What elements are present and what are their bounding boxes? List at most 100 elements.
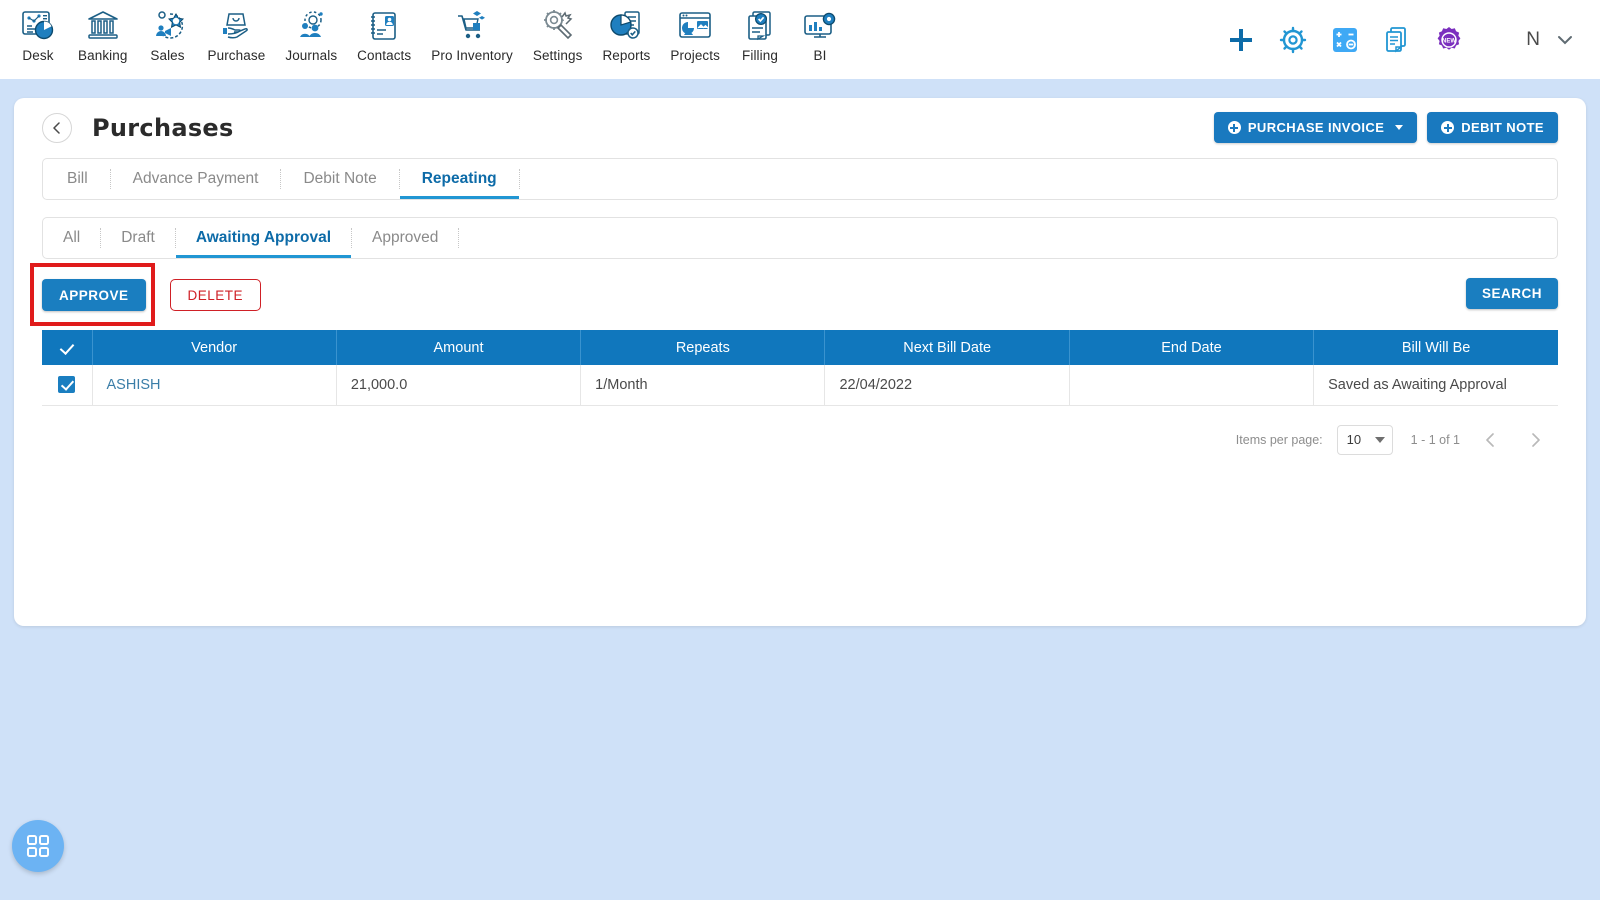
- nav-item-filling[interactable]: Filling: [730, 0, 790, 63]
- paginator: Items per page: 10 1 - 1 of 1: [14, 420, 1552, 460]
- gear-icon[interactable]: [1278, 25, 1308, 55]
- subtab-divider: [458, 228, 460, 248]
- purchase-invoice-button[interactable]: PURCHASE INVOICE: [1213, 112, 1418, 143]
- header-action-buttons: PURCHASE INVOICE DEBIT NOTE: [1213, 112, 1558, 143]
- nav-item-reports[interactable]: Reports: [592, 0, 660, 63]
- chevron-left-icon: [1486, 432, 1494, 447]
- notes-icon[interactable]: [1382, 25, 1412, 55]
- subtab-label: Draft: [121, 229, 155, 246]
- column-header-end-date[interactable]: End Date: [1069, 330, 1315, 365]
- settings-icon: [543, 10, 573, 40]
- tab-advance-payment[interactable]: Advance Payment: [111, 159, 281, 199]
- chevron-right-icon: [1532, 432, 1540, 447]
- bank-icon: [87, 11, 118, 39]
- nav-item-journals[interactable]: Journals: [275, 0, 347, 63]
- nav-item-purchase[interactable]: Purchase: [198, 0, 276, 63]
- tab-debit-note[interactable]: Debit Note: [281, 159, 398, 199]
- dashboard-icon: [22, 11, 54, 40]
- page-range-label: 1 - 1 of 1: [1410, 432, 1460, 447]
- cell-bill-will-be: Saved as Awaiting Approval: [1313, 365, 1558, 406]
- back-button[interactable]: [42, 113, 72, 143]
- select-all-header-cell[interactable]: [42, 330, 93, 365]
- nav-label: Settings: [532, 48, 583, 63]
- bi-icon: [804, 12, 836, 38]
- delete-button[interactable]: DELETE: [169, 279, 262, 311]
- new-badge-icon[interactable]: NEW: [1434, 25, 1464, 55]
- subtab-all[interactable]: All: [43, 218, 100, 258]
- nav-item-pro-inventory[interactable]: Pro Inventory: [421, 0, 523, 63]
- column-header-next-bill-date[interactable]: Next Bill Date: [824, 330, 1070, 365]
- tab-repeating[interactable]: Repeating: [399, 159, 519, 199]
- tab-label: Debit Note: [303, 170, 377, 187]
- nav-label: Banking: [78, 48, 128, 63]
- table-header: Vendor Amount Repeats Next Bill Date End…: [42, 330, 1558, 365]
- debit-note-button[interactable]: DEBIT NOTE: [1427, 112, 1558, 143]
- inventory-icon: [458, 11, 486, 39]
- nav-item-sales[interactable]: Sales: [138, 0, 198, 63]
- cell-end-date: [1069, 365, 1315, 406]
- page-title: Purchases: [92, 114, 234, 142]
- chevron-down-icon: [1395, 125, 1404, 130]
- nav-item-banking[interactable]: Banking: [68, 0, 138, 63]
- subtab-awaiting-approval[interactable]: Awaiting Approval: [175, 218, 352, 258]
- vendor-link[interactable]: ASHISH: [107, 377, 161, 393]
- column-header-amount[interactable]: Amount: [336, 330, 582, 365]
- purchases-card: Purchases PURCHASE INVOICE DEBIT NOTE Bi…: [14, 98, 1586, 626]
- nav-label: Journals: [285, 48, 338, 63]
- nav-item-desk[interactable]: Desk: [8, 0, 68, 63]
- column-header-vendor[interactable]: Vendor: [92, 330, 337, 365]
- search-button[interactable]: SEARCH: [1465, 278, 1558, 309]
- nav-items: Desk Banking Sales Purchase Journals Con…: [0, 0, 850, 63]
- top-navigation-bar: Desk Banking Sales Purchase Journals Con…: [0, 0, 1600, 79]
- nav-label: Reports: [602, 48, 651, 63]
- nav-item-bi[interactable]: BI: [790, 0, 850, 63]
- card-header: Purchases PURCHASE INVOICE DEBIT NOTE: [14, 98, 1586, 158]
- previous-page-button[interactable]: [1474, 424, 1506, 456]
- plus-icon[interactable]: [1226, 25, 1256, 55]
- subtab-draft[interactable]: Draft: [101, 218, 175, 258]
- select-all-checkbox-icon[interactable]: [59, 340, 75, 356]
- apps-launcher-button[interactable]: [12, 820, 64, 872]
- subtab-approved[interactable]: Approved: [352, 218, 458, 258]
- nav-label: BI: [813, 48, 827, 63]
- tab-bill[interactable]: Bill: [43, 159, 110, 199]
- apps-grid-icon: [27, 835, 49, 857]
- nav-item-settings[interactable]: Settings: [523, 0, 593, 63]
- subtab-label: Awaiting Approval: [195, 229, 332, 246]
- nav-label: Projects: [670, 48, 720, 63]
- nav-item-projects[interactable]: Projects: [660, 0, 730, 63]
- nav-label: Pro Inventory: [431, 48, 513, 63]
- calculator-icon[interactable]: [1330, 25, 1360, 55]
- nav-item-contacts[interactable]: Contacts: [347, 0, 421, 63]
- repeating-bills-table-wrapper: Vendor Amount Repeats Next Bill Date End…: [42, 330, 1558, 406]
- nav-label: Purchase: [207, 48, 266, 63]
- status-tabs: All Draft Awaiting Approval Approved: [42, 217, 1558, 259]
- items-per-page-select[interactable]: 10: [1336, 424, 1393, 455]
- subtab-label: Approved: [372, 229, 439, 246]
- tab-label: Repeating: [421, 170, 497, 187]
- column-header-repeats[interactable]: Repeats: [580, 330, 826, 365]
- nav-label: Sales: [150, 48, 185, 63]
- plus-circle-icon: [1441, 121, 1455, 134]
- filling-icon: [748, 11, 771, 41]
- user-menu[interactable]: N: [1526, 29, 1576, 51]
- chevron-down-icon[interactable]: [1554, 29, 1576, 51]
- debit-note-label: DEBIT NOTE: [1461, 120, 1544, 135]
- purchase-icon: [223, 13, 249, 39]
- row-checkbox[interactable]: [58, 376, 76, 394]
- projects-icon: [679, 12, 712, 38]
- nav-label: Desk: [22, 48, 54, 63]
- next-page-button[interactable]: [1520, 424, 1552, 456]
- tab-label: Bill: [67, 170, 88, 187]
- nav-label: Filling: [742, 48, 778, 63]
- avatar: N: [1526, 28, 1540, 50]
- sales-icon: [155, 11, 184, 39]
- column-header-bill-will-be[interactable]: Bill Will Be: [1313, 330, 1558, 365]
- row-select-cell[interactable]: [42, 365, 93, 406]
- approve-button[interactable]: APPROVE: [42, 279, 146, 311]
- table-header-row: Vendor Amount Repeats Next Bill Date End…: [42, 330, 1558, 365]
- contacts-icon: [371, 12, 397, 40]
- svg-text:NEW: NEW: [1442, 38, 1456, 44]
- chevron-left-icon: [53, 122, 60, 134]
- items-per-page-label: Items per page:: [1235, 432, 1323, 447]
